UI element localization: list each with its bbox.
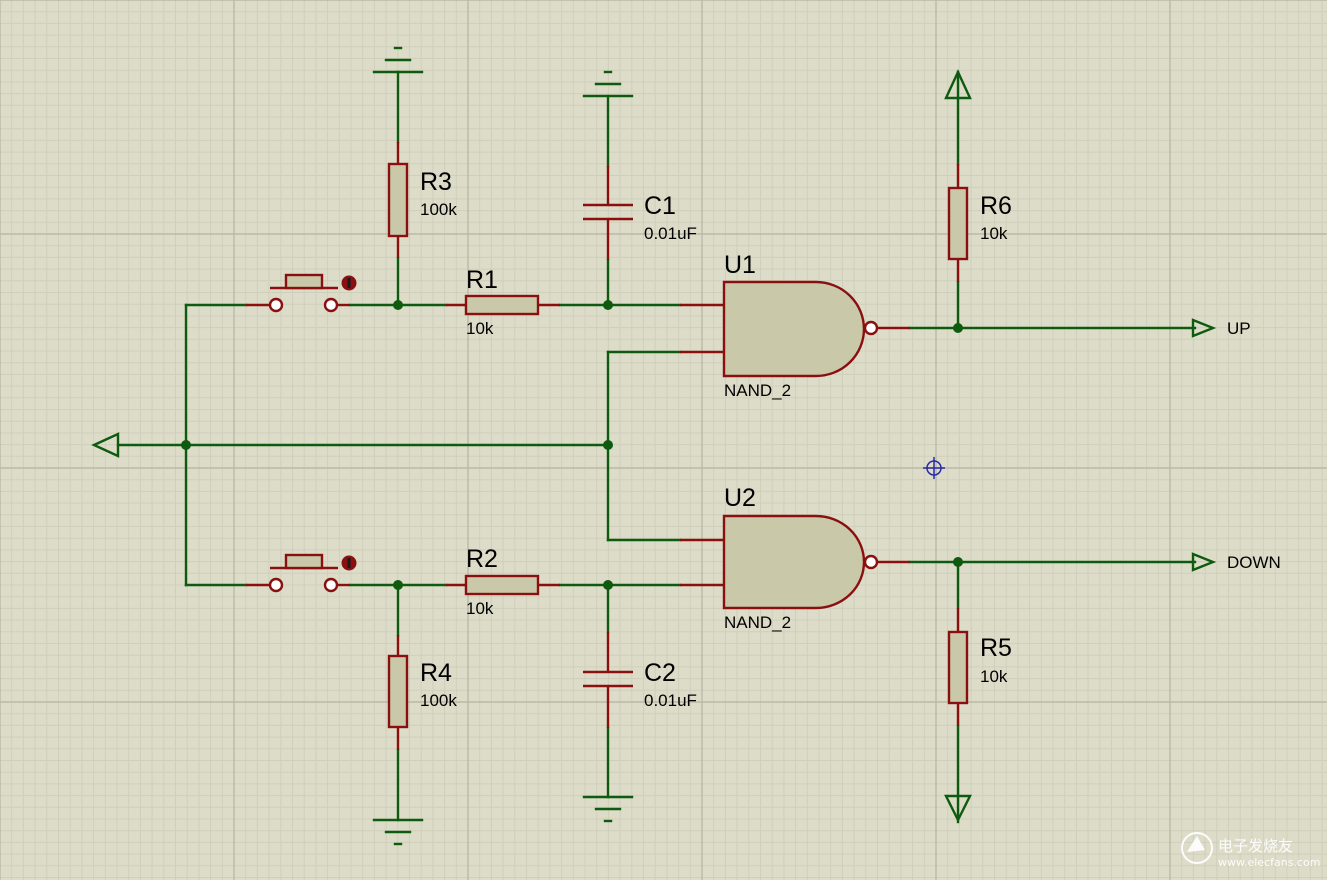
resistor-r3[interactable]: R3 100k bbox=[387, 142, 457, 258]
power-down-arrow-icon bbox=[944, 794, 972, 824]
junction-dot bbox=[953, 557, 963, 567]
junction-dot bbox=[953, 323, 963, 333]
c2-value: 0.01uF bbox=[644, 691, 697, 710]
u1-type: NAND_2 bbox=[724, 381, 791, 400]
net-label-up: UP bbox=[1227, 319, 1251, 338]
watermark-title: 电子发烧友 bbox=[1218, 837, 1293, 855]
c1-ref: C1 bbox=[644, 192, 676, 220]
resistor-r4[interactable]: R4 100k bbox=[387, 635, 457, 750]
nand-gate-u2[interactable]: U2 NAND_2 bbox=[680, 484, 910, 632]
c2-ref: C2 bbox=[644, 659, 676, 687]
junction-dot bbox=[603, 440, 613, 450]
watermark: 电子发烧友 www.elecfans.com bbox=[1181, 832, 1320, 869]
junction-dot bbox=[603, 580, 613, 590]
junction-dot bbox=[603, 300, 613, 310]
c1-value: 0.01uF bbox=[644, 224, 697, 243]
r1-value: 10k bbox=[466, 319, 494, 338]
u2-ref: U2 bbox=[724, 484, 756, 512]
u2-type: NAND_2 bbox=[724, 613, 791, 632]
r5-ref: R5 bbox=[980, 634, 1012, 662]
resistor-r6[interactable]: R6 10k bbox=[947, 164, 1012, 282]
r3-value: 100k bbox=[420, 200, 457, 219]
r2-ref: R2 bbox=[466, 545, 498, 573]
r6-ref: R6 bbox=[980, 192, 1012, 220]
r5-value: 10k bbox=[980, 667, 1008, 686]
u1-ref: U1 bbox=[724, 251, 756, 279]
net-label-down: DOWN bbox=[1227, 553, 1281, 572]
crosshair-cursor-icon bbox=[923, 457, 945, 479]
r6-value: 10k bbox=[980, 224, 1008, 243]
r2-value: 10k bbox=[466, 599, 494, 618]
junction-dot bbox=[393, 300, 403, 310]
schematic-canvas: R1 10k R2 10k R3 100k R4 100k R6 10k R5 bbox=[0, 0, 1327, 880]
nand-gate-u1[interactable]: U1 NAND_2 bbox=[680, 251, 910, 400]
junction-dot bbox=[393, 580, 403, 590]
r3-ref: R3 bbox=[420, 168, 452, 196]
r1-ref: R1 bbox=[466, 266, 498, 294]
junction-dot bbox=[181, 440, 191, 450]
net-terminal-up[interactable]: UP bbox=[1191, 318, 1251, 338]
net-terminal-down[interactable]: DOWN bbox=[1191, 552, 1281, 572]
r4-value: 100k bbox=[420, 691, 457, 710]
grid bbox=[0, 0, 1327, 880]
r4-ref: R4 bbox=[420, 659, 452, 687]
resistor-r5[interactable]: R5 10k bbox=[947, 608, 1012, 726]
watermark-site: www.elecfans.com bbox=[1218, 856, 1320, 869]
